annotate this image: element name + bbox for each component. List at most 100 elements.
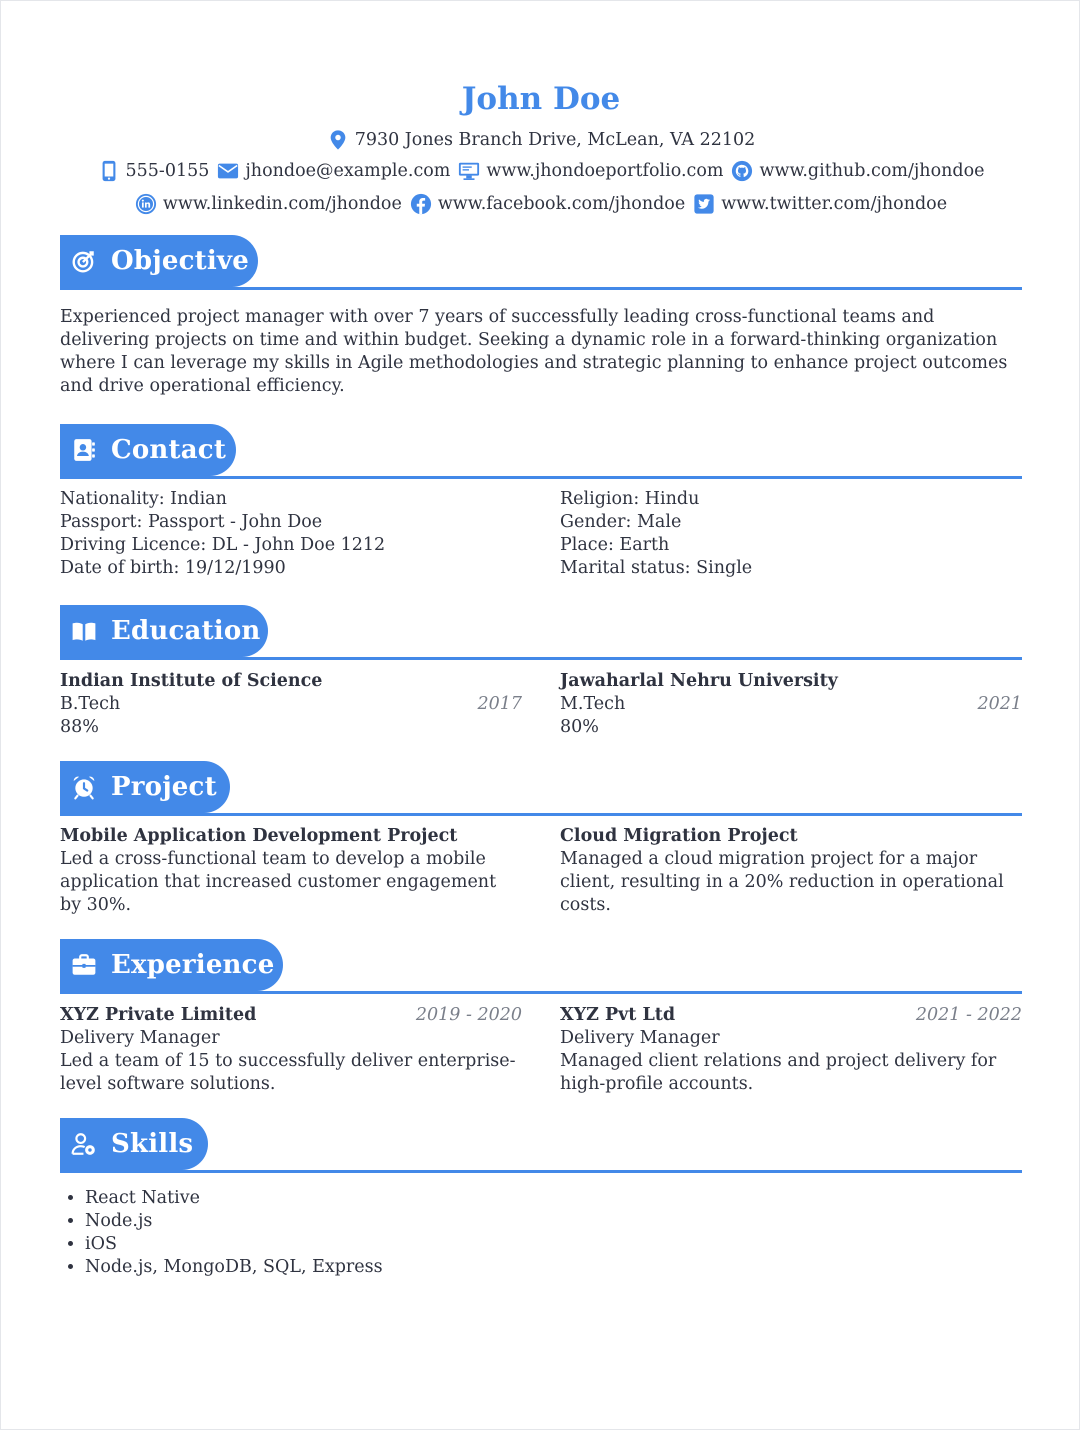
address-book-icon	[71, 435, 97, 465]
experience-section: Experience XYZ Private Limited 2019 - 20…	[60, 939, 1022, 1096]
institution: Jawaharlal Nehru University	[560, 671, 838, 691]
section-rule	[60, 1170, 1022, 1173]
contact-title: Contact	[111, 435, 227, 465]
github-link[interactable]: www.github.com/jhondoe	[759, 158, 984, 184]
employment-dates: 2021 - 2022	[915, 1005, 1022, 1025]
objective-text: Experienced project manager with over 7 …	[60, 307, 1008, 396]
twitter-item[interactable]: www.twitter.com/jhondoe	[693, 191, 947, 217]
skills-section: Skills React Native Node.js iOS Node.js,…	[60, 1118, 1022, 1279]
project-header: Project	[60, 761, 1022, 816]
phone-icon	[98, 160, 120, 182]
skill-item: Node.js	[85, 1210, 1022, 1233]
objective-title: Objective	[111, 246, 249, 276]
company-name: XYZ Pvt Ltd	[560, 1005, 676, 1025]
education-item: Jawaharlal Nehru University M.Tech 2021 …	[560, 670, 1022, 739]
passport: Passport: Passport - John Doe	[60, 512, 323, 532]
gender: Gender: Male	[560, 512, 682, 532]
github-item[interactable]: www.github.com/jhondoe	[731, 158, 984, 184]
skills-list: React Native Node.js iOS Node.js, MongoD…	[60, 1187, 1022, 1279]
experience-pill: Experience	[60, 939, 283, 991]
contact-left-column: Nationality: Indian Passport: Passport -…	[60, 488, 560, 580]
contact-details: Nationality: Indian Passport: Passport -…	[60, 488, 1022, 580]
project-description: Managed a cloud migration project for a …	[560, 849, 1004, 915]
education-header: Education	[60, 605, 1022, 660]
skills-title: Skills	[111, 1129, 194, 1159]
contact-pill: Contact	[60, 424, 236, 476]
section-rule	[60, 657, 1022, 660]
experience-list: XYZ Private Limited 2019 - 2020 Delivery…	[60, 1004, 1022, 1096]
marital-status: Marital status: Single	[560, 558, 753, 578]
phone-item: 555-0155	[98, 158, 210, 184]
section-rule	[60, 991, 1022, 994]
project-item: Cloud Migration Project Managed a cloud …	[560, 825, 1022, 917]
education-item: Indian Institute of Science B.Tech 2017 …	[60, 670, 560, 739]
skill-item: Node.js, MongoDB, SQL, Express	[85, 1256, 1022, 1279]
envelope-icon	[217, 160, 239, 182]
candidate-name: John Doe	[461, 81, 621, 117]
portfolio-item[interactable]: www.jhondoeportfolio.com	[458, 158, 723, 184]
email-item[interactable]: jhondoe@example.com	[217, 158, 450, 184]
address-item: 7930 Jones Branch Drive, McLean, VA 2210…	[327, 127, 756, 153]
driving-licence: Driving Licence: DL - John Doe 1212	[60, 535, 386, 555]
institution: Indian Institute of Science	[60, 671, 323, 691]
linkedin-item[interactable]: www.linkedin.com/jhondoe	[135, 191, 402, 217]
facebook-link[interactable]: www.facebook.com/jhondoe	[438, 191, 685, 217]
section-rule	[60, 287, 1022, 290]
experience-title: Experience	[111, 950, 275, 980]
skill-item: React Native	[85, 1187, 1022, 1210]
contact-links-row-1: 555-0155 jhondoe@example.com www.jhondoe…	[1, 158, 1080, 184]
section-rule	[60, 813, 1022, 816]
graduation-year: 2017	[477, 694, 522, 714]
alarm-clock-icon	[71, 772, 97, 802]
score: 80%	[560, 717, 599, 737]
contact-header: Contact	[60, 424, 1022, 479]
twitter-link[interactable]: www.twitter.com/jhondoe	[721, 191, 947, 217]
linkedin-icon	[135, 193, 157, 215]
contact-section: Contact Nationality: Indian Passport: Pa…	[60, 424, 1022, 580]
degree: M.Tech	[560, 694, 626, 714]
education-pill: Education	[60, 605, 268, 657]
address-text: 7930 Jones Branch Drive, McLean, VA 2210…	[354, 130, 756, 150]
job-role: Delivery Manager	[60, 1028, 220, 1048]
portfolio-link[interactable]: www.jhondoeportfolio.com	[486, 158, 723, 184]
resume-page: John Doe 7930 Jones Branch Drive, McLean…	[0, 0, 1080, 1430]
experience-item: XYZ Private Limited 2019 - 2020 Delivery…	[60, 1004, 560, 1096]
education-title: Education	[111, 616, 261, 646]
user-cog-icon	[71, 1129, 97, 1159]
job-role: Delivery Manager	[560, 1028, 720, 1048]
twitter-icon	[693, 193, 715, 215]
project-description: Led a cross-functional team to develop a…	[60, 849, 497, 915]
target-icon	[71, 246, 97, 276]
phone-text: 555-0155	[125, 161, 210, 181]
email-link[interactable]: jhondoe@example.com	[245, 158, 450, 184]
nationality: Nationality: Indian	[60, 489, 227, 509]
project-title: Project	[111, 772, 217, 802]
skill-item: iOS	[85, 1233, 1022, 1256]
project-item: Mobile Application Development Project L…	[60, 825, 560, 917]
education-list: Indian Institute of Science B.Tech 2017 …	[60, 670, 1022, 739]
facebook-item[interactable]: www.facebook.com/jhondoe	[410, 191, 685, 217]
skills-pill: Skills	[60, 1118, 208, 1170]
project-name: Cloud Migration Project	[560, 826, 798, 846]
contact-links-row-2: www.linkedin.com/jhondoe www.facebook.co…	[1, 191, 1080, 217]
linkedin-link[interactable]: www.linkedin.com/jhondoe	[163, 191, 402, 217]
religion: Religion: Hindu	[560, 489, 700, 509]
date-of-birth: Date of birth: 19/12/1990	[60, 558, 286, 578]
objective-pill: Objective	[60, 235, 258, 287]
employment-dates: 2019 - 2020	[415, 1005, 522, 1025]
project-pill: Project	[60, 761, 230, 813]
score: 88%	[60, 717, 99, 737]
github-icon	[731, 160, 753, 182]
project-name: Mobile Application Development Project	[60, 826, 458, 846]
job-description: Led a team of 15 to successfully deliver…	[60, 1051, 516, 1094]
objective-header: Objective	[60, 235, 1022, 290]
degree: B.Tech	[60, 694, 121, 714]
map-pin-icon	[327, 129, 349, 151]
address-row: 7930 Jones Branch Drive, McLean, VA 2210…	[1, 127, 1080, 153]
graduation-year: 2021	[977, 694, 1022, 714]
contact-right-column: Religion: Hindu Gender: Male Place: Eart…	[560, 488, 1022, 580]
monitor-icon	[458, 160, 480, 182]
company-name: XYZ Private Limited	[60, 1005, 257, 1025]
objective-section: Objective Experienced project manager wi…	[60, 235, 1022, 398]
briefcase-icon	[71, 950, 97, 980]
